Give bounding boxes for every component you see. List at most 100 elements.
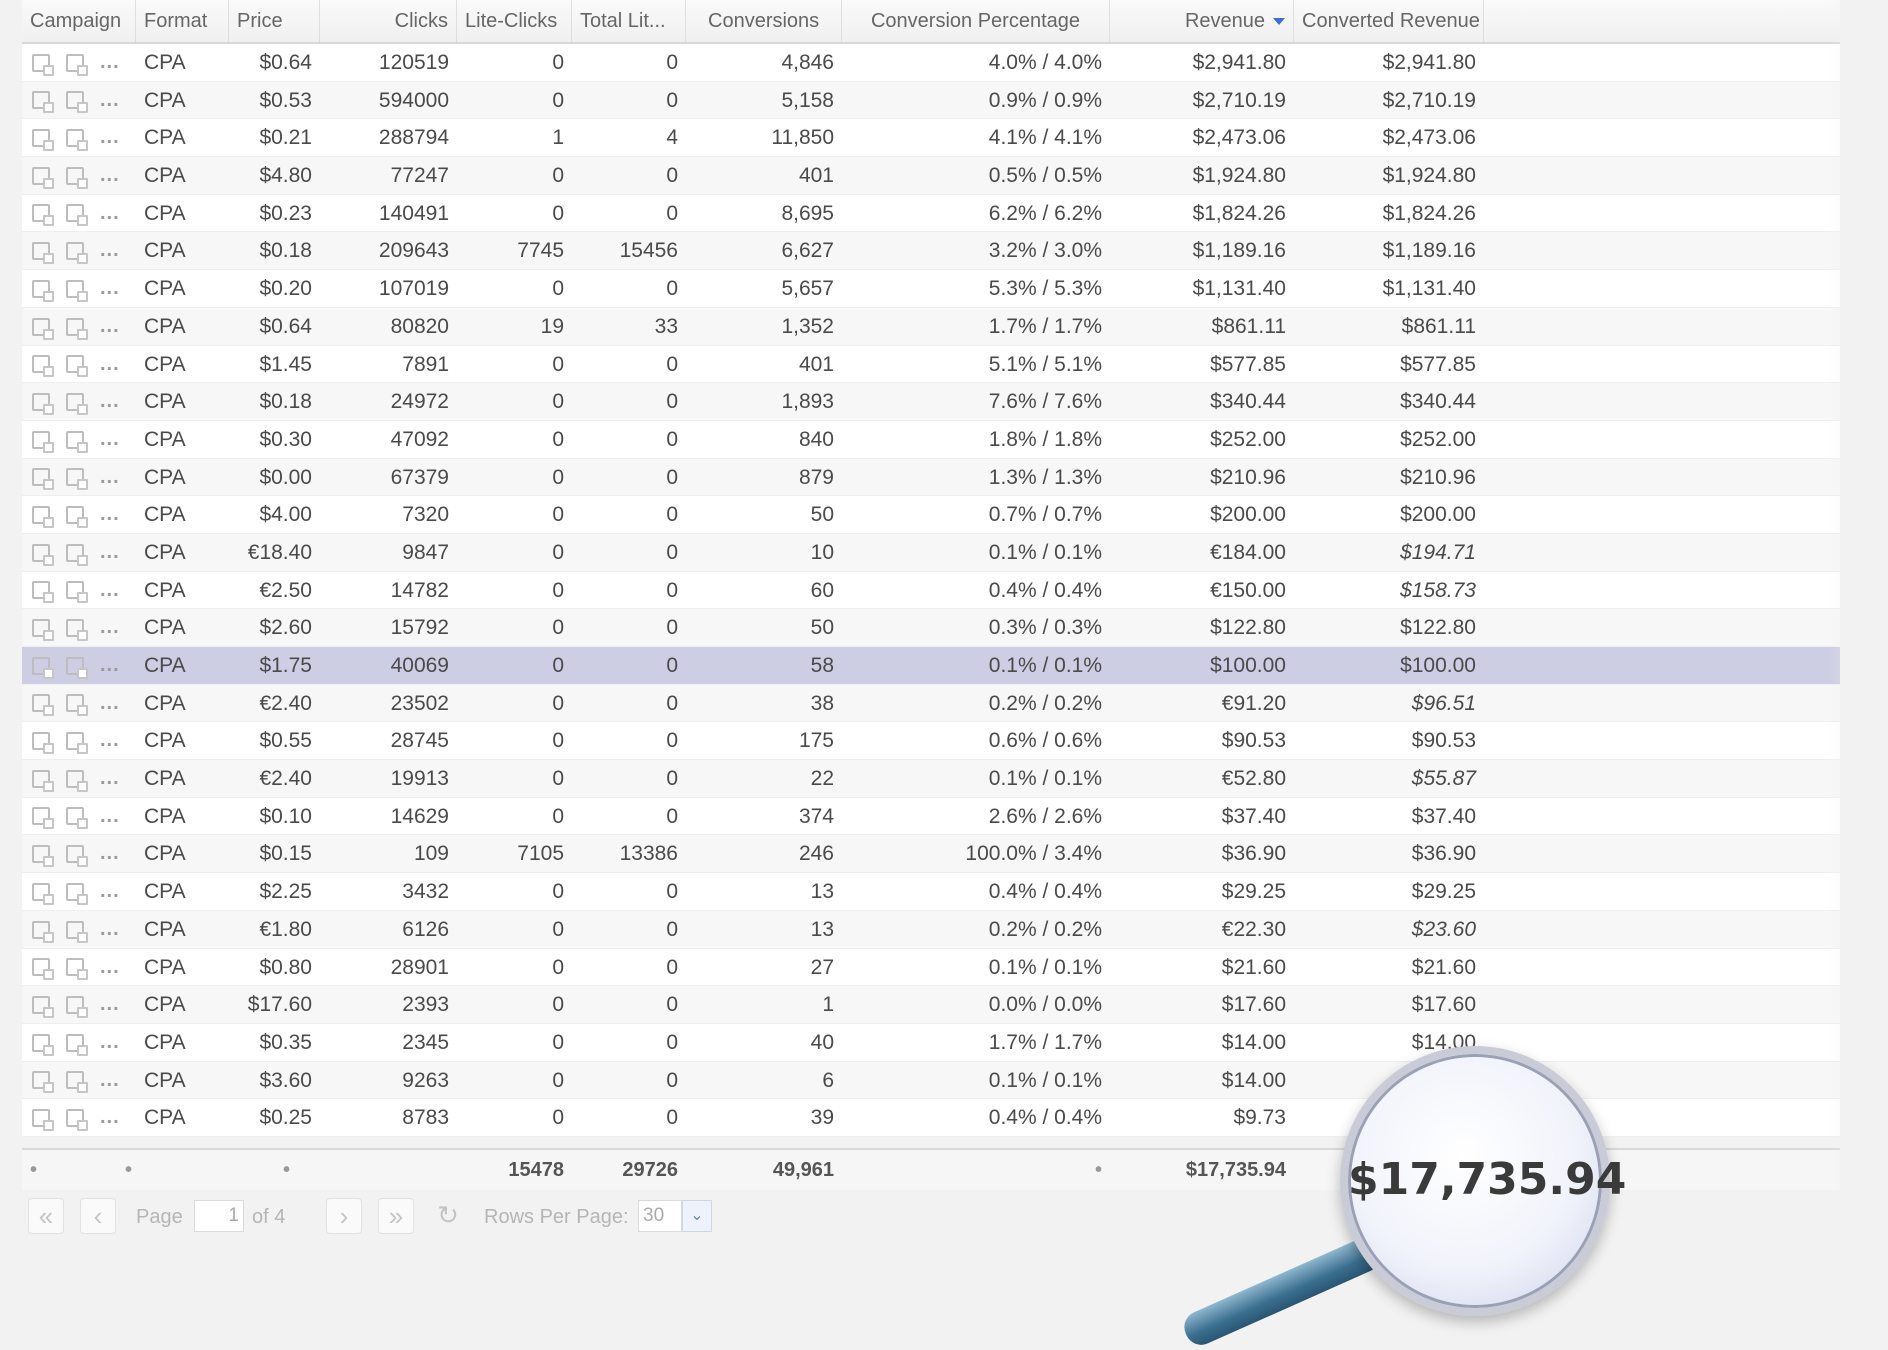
- table-row[interactable]: ... CPA $0.55 28745 0 0 175 0.6% / 0.6% $90.53 $9…: [22, 722, 1840, 761]
- page-number-input[interactable]: 1: [194, 1200, 244, 1232]
- table-row[interactable]: ... CPA €1.80 6126 0 0 13 0.2% / 0.2% €22.30 $23.…: [22, 910, 1840, 949]
- more-icon[interactable]: ...: [100, 44, 120, 81]
- more-icon[interactable]: ...: [100, 986, 120, 1023]
- table-row[interactable]: ... CPA $0.00 67379 0 0 879 1.3% / 1.3% $210.96 $…: [22, 458, 1840, 497]
- window-icon[interactable]: [66, 317, 88, 340]
- table-row[interactable]: ... CPA €2.50 14782 0 0 60 0.4% / 0.4% €150.00 $1…: [22, 572, 1840, 610]
- table-row[interactable]: ... CPA €2.40 19913 0 0 22 0.1% / 0.1% €52.80 $55…: [22, 760, 1840, 798]
- window-icon[interactable]: [66, 505, 88, 528]
- first-page-button[interactable]: «: [28, 1198, 64, 1234]
- more-icon[interactable]: ...: [100, 421, 120, 458]
- copy-icon[interactable]: [32, 355, 54, 378]
- next-page-button[interactable]: ›: [326, 1198, 362, 1234]
- column-header-converted-revenue[interactable]: Converted Revenue: [1294, 0, 1484, 42]
- more-icon[interactable]: ...: [100, 873, 120, 910]
- copy-icon[interactable]: [32, 204, 54, 227]
- copy-icon[interactable]: [32, 958, 54, 981]
- table-row[interactable]: ... CPA $0.64 120519 0 0 4,846 4.0% / 4.0% $2,94…: [22, 44, 1840, 82]
- table-row[interactable]: ... CPA $17.60 2393 0 0 1 0.0% / 0.0% $17.60 $17.…: [22, 986, 1840, 1024]
- column-header-conversions[interactable]: Conversions: [686, 0, 842, 42]
- copy-icon[interactable]: [32, 1108, 54, 1131]
- more-icon[interactable]: ...: [100, 609, 120, 646]
- copy-icon[interactable]: [32, 166, 54, 189]
- column-header-revenue[interactable]: Revenue: [1110, 0, 1294, 42]
- table-row[interactable]: ... CPA $0.53 594000 0 0 5,158 0.9% / 0.9% $2,71…: [22, 81, 1840, 120]
- more-icon[interactable]: ...: [100, 157, 120, 194]
- copy-icon[interactable]: [32, 129, 54, 152]
- last-page-button[interactable]: »: [378, 1198, 414, 1234]
- column-header-lite-clicks[interactable]: Lite-Clicks: [457, 0, 572, 42]
- more-icon[interactable]: ...: [100, 232, 120, 269]
- column-header-format[interactable]: Format: [136, 0, 229, 42]
- window-icon[interactable]: [66, 619, 88, 642]
- more-icon[interactable]: ...: [100, 459, 120, 496]
- more-icon[interactable]: ...: [100, 798, 120, 835]
- window-icon[interactable]: [66, 204, 88, 227]
- more-icon[interactable]: ...: [100, 496, 120, 533]
- window-icon[interactable]: [66, 355, 88, 378]
- more-icon[interactable]: ...: [100, 1024, 120, 1061]
- window-icon[interactable]: [66, 656, 88, 679]
- more-icon[interactable]: ...: [100, 760, 120, 797]
- window-icon[interactable]: [66, 543, 88, 566]
- window-icon[interactable]: [66, 392, 88, 415]
- table-row[interactable]: ... CPA $4.80 77247 0 0 401 0.5% / 0.5% $1,924.8…: [22, 157, 1840, 195]
- copy-icon[interactable]: [32, 468, 54, 491]
- more-icon[interactable]: ...: [100, 722, 120, 759]
- window-icon[interactable]: [66, 995, 88, 1018]
- table-row[interactable]: ... CPA $4.00 7320 0 0 50 0.7% / 0.7% $200.00 $20…: [22, 496, 1840, 534]
- rows-per-page-select[interactable]: 30: [638, 1200, 682, 1232]
- more-icon[interactable]: ...: [100, 383, 120, 420]
- more-icon[interactable]: ...: [100, 685, 120, 722]
- more-icon[interactable]: ...: [100, 1062, 120, 1099]
- copy-icon[interactable]: [32, 769, 54, 792]
- window-icon[interactable]: [66, 807, 88, 830]
- copy-icon[interactable]: [32, 91, 54, 114]
- more-icon[interactable]: ...: [100, 346, 120, 383]
- copy-icon[interactable]: [32, 995, 54, 1018]
- column-header-price[interactable]: Price: [229, 0, 320, 42]
- copy-icon[interactable]: [32, 807, 54, 830]
- window-icon[interactable]: [66, 920, 88, 943]
- window-icon[interactable]: [66, 732, 88, 755]
- copy-icon[interactable]: [32, 619, 54, 642]
- table-row[interactable]: ... CPA $0.15 109 7105 13386 246 100.0% / 3.4% $…: [22, 835, 1840, 874]
- table-row[interactable]: ... CPA $0.35 2345 0 0 40 1.7% / 1.7% $14.00 $14.…: [22, 1024, 1840, 1062]
- more-icon[interactable]: ...: [100, 949, 120, 986]
- copy-icon[interactable]: [32, 882, 54, 905]
- more-icon[interactable]: ...: [100, 119, 120, 156]
- more-icon[interactable]: ...: [100, 308, 120, 345]
- copy-icon[interactable]: [32, 242, 54, 265]
- window-icon[interactable]: [66, 1071, 88, 1094]
- window-icon[interactable]: [66, 279, 88, 302]
- copy-icon[interactable]: [32, 1071, 54, 1094]
- more-icon[interactable]: ...: [100, 82, 120, 119]
- copy-icon[interactable]: [32, 920, 54, 943]
- window-icon[interactable]: [66, 581, 88, 604]
- copy-icon[interactable]: [32, 279, 54, 302]
- more-icon[interactable]: ...: [100, 647, 120, 684]
- copy-icon[interactable]: [32, 543, 54, 566]
- copy-icon[interactable]: [32, 1033, 54, 1056]
- table-row[interactable]: ... CPA $0.18 24972 0 0 1,893 7.6% / 7.6% $340.4…: [22, 383, 1840, 421]
- table-row[interactable]: ... CPA $2.60 15792 0 0 50 0.3% / 0.3% $122.80 $1…: [22, 609, 1840, 647]
- column-header-total-lite[interactable]: Total Lit...: [572, 0, 686, 42]
- window-icon[interactable]: [66, 166, 88, 189]
- previous-page-button[interactable]: ‹: [80, 1198, 116, 1234]
- window-icon[interactable]: [66, 129, 88, 152]
- more-icon[interactable]: ...: [100, 195, 120, 232]
- chevron-down-icon[interactable]: ⌄: [682, 1200, 712, 1232]
- copy-icon[interactable]: [32, 581, 54, 604]
- table-row[interactable]: ... CPA €18.40 9847 0 0 10 0.1% / 0.1% €184.00 $1…: [22, 533, 1840, 572]
- more-icon[interactable]: ...: [100, 835, 120, 872]
- window-icon[interactable]: [66, 845, 88, 868]
- more-icon[interactable]: ...: [100, 572, 120, 609]
- copy-icon[interactable]: [32, 53, 54, 76]
- window-icon[interactable]: [66, 430, 88, 453]
- copy-icon[interactable]: [32, 656, 54, 679]
- window-icon[interactable]: [66, 882, 88, 905]
- window-icon[interactable]: [66, 1033, 88, 1056]
- table-row[interactable]: ... CPA $2.25 3432 0 0 13 0.4% / 0.4% $29.25 $29.…: [22, 873, 1840, 911]
- copy-icon[interactable]: [32, 392, 54, 415]
- copy-icon[interactable]: [32, 732, 54, 755]
